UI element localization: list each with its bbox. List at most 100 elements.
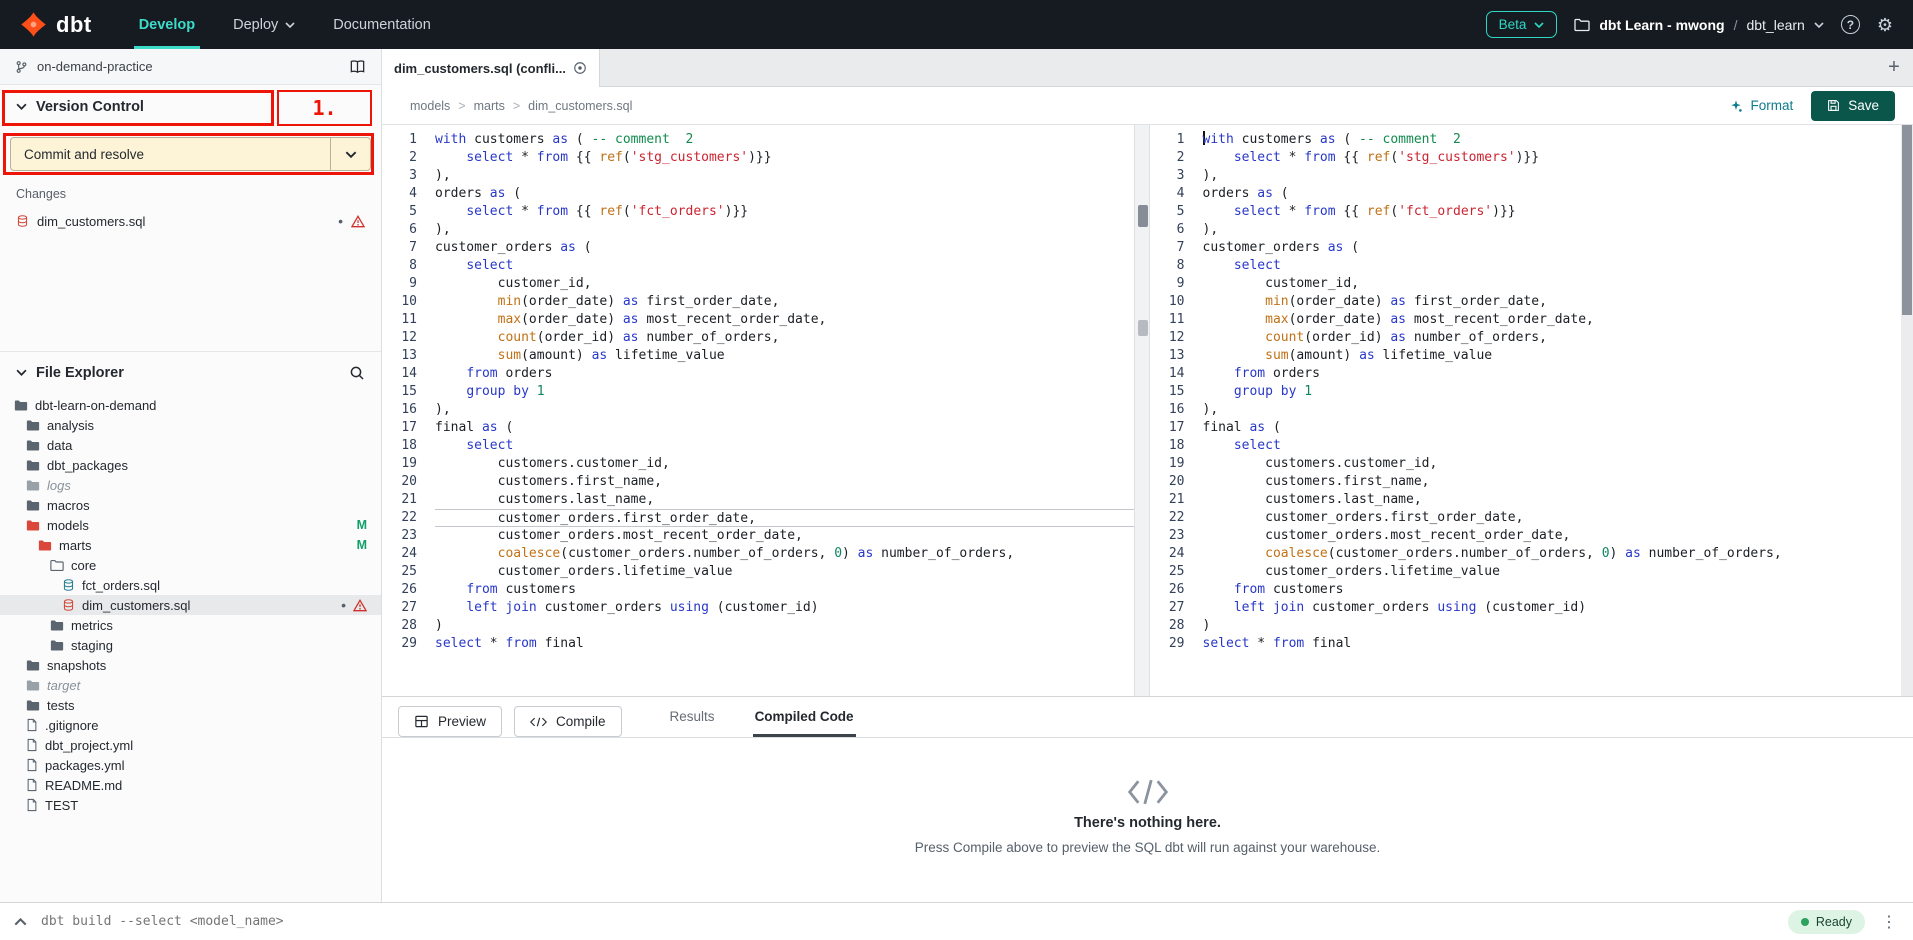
- code-line-6[interactable]: ),: [1203, 221, 1902, 239]
- tree-item-tests[interactable]: tests: [0, 695, 381, 715]
- code-line-16[interactable]: ),: [435, 401, 1134, 419]
- tree-item-.gitignore[interactable]: .gitignore: [0, 715, 381, 735]
- tree-item-staging[interactable]: staging: [0, 635, 381, 655]
- code-line-8[interactable]: select: [1203, 257, 1902, 275]
- code-line-26[interactable]: from customers: [1203, 581, 1902, 599]
- code-line-9[interactable]: customer_id,: [1203, 275, 1902, 293]
- scrollbar-thumb[interactable]: [1902, 125, 1912, 315]
- tree-item-dbt_packages[interactable]: dbt_packages: [0, 455, 381, 475]
- commit-and-resolve-button[interactable]: Commit and resolve: [10, 137, 371, 171]
- code-line-2[interactable]: select * from {{ ref('stg_customers')}}: [1203, 149, 1902, 167]
- code-line-8[interactable]: select: [435, 257, 1134, 275]
- code-line-2[interactable]: select * from {{ ref('stg_customers')}}: [435, 149, 1134, 167]
- code-line-10[interactable]: min(order_date) as first_order_date,: [435, 293, 1134, 311]
- version-control-header[interactable]: Version Control: [0, 85, 381, 128]
- tree-item-TEST[interactable]: TEST: [0, 795, 381, 815]
- dbt-logo[interactable]: dbt: [0, 11, 120, 38]
- code-line-20[interactable]: customers.first_name,: [1203, 473, 1902, 491]
- code-line-3[interactable]: ),: [1203, 167, 1902, 185]
- code-line-29[interactable]: select * from final: [435, 635, 1134, 653]
- code-line-23[interactable]: customer_orders.most_recent_order_date,: [1203, 527, 1902, 545]
- breadcrumb-item-models[interactable]: models: [410, 99, 450, 113]
- code-line-21[interactable]: customers.last_name,: [435, 491, 1134, 509]
- tab-dim-customers[interactable]: dim_customers.sql (confli...: [382, 49, 600, 87]
- gear-icon[interactable]: ⚙: [1877, 16, 1893, 34]
- code-line-6[interactable]: ),: [435, 221, 1134, 239]
- tree-item-marts[interactable]: martsM: [0, 535, 381, 555]
- code-line-5[interactable]: select * from {{ ref('fct_orders')}}: [435, 203, 1134, 221]
- code-line-13[interactable]: sum(amount) as lifetime_value: [1203, 347, 1902, 365]
- code-line-19[interactable]: customers.customer_id,: [1203, 455, 1902, 473]
- code-line-4[interactable]: orders as (: [1203, 185, 1902, 203]
- code-line-1[interactable]: with customers as ( -- comment 2: [435, 131, 1134, 149]
- nav-item-documentation[interactable]: Documentation: [314, 0, 450, 49]
- code-line-5[interactable]: select * from {{ ref('fct_orders')}}: [1203, 203, 1902, 221]
- code-line-3[interactable]: ),: [435, 167, 1134, 185]
- code-right[interactable]: with customers as ( -- comment 2 select …: [1194, 131, 1902, 696]
- code-line-27[interactable]: left join customer_orders using (custome…: [1203, 599, 1902, 617]
- code-line-29[interactable]: select * from final: [1203, 635, 1902, 653]
- code-line-14[interactable]: from orders: [435, 365, 1134, 383]
- code-line-7[interactable]: customer_orders as (: [1203, 239, 1902, 257]
- new-tab-button[interactable]: +: [1875, 49, 1913, 86]
- code-line-28[interactable]: ): [435, 617, 1134, 635]
- tree-item-logs[interactable]: logs: [0, 475, 381, 495]
- tree-item-dbt-learn-on-demand[interactable]: dbt-learn-on-demand: [0, 395, 381, 415]
- code-line-15[interactable]: group by 1: [1203, 383, 1902, 401]
- compile-button[interactable]: Compile: [514, 706, 622, 737]
- code-line-4[interactable]: orders as (: [435, 185, 1134, 203]
- kebab-menu-icon[interactable]: ⋮: [1879, 912, 1899, 932]
- tree-item-data[interactable]: data: [0, 435, 381, 455]
- code-line-23[interactable]: customer_orders.most_recent_order_date,: [435, 527, 1134, 545]
- code-line-18[interactable]: select: [435, 437, 1134, 455]
- editor-pane-right[interactable]: 1234567891011121314151617181920212223242…: [1150, 125, 1902, 696]
- tree-item-dbt_project.yml[interactable]: dbt_project.yml: [0, 735, 381, 755]
- code-line-10[interactable]: min(order_date) as first_order_date,: [1203, 293, 1902, 311]
- changed-file-dim_customers.sql[interactable]: dim_customers.sql•: [0, 209, 381, 233]
- tree-item-models[interactable]: modelsM: [0, 515, 381, 535]
- code-line-25[interactable]: customer_orders.lifetime_value: [1203, 563, 1902, 581]
- code-line-25[interactable]: customer_orders.lifetime_value: [435, 563, 1134, 581]
- file-explorer-header[interactable]: File Explorer: [0, 351, 381, 393]
- tree-item-metrics[interactable]: metrics: [0, 615, 381, 635]
- preview-button[interactable]: Preview: [398, 706, 502, 737]
- tree-item-target[interactable]: target: [0, 675, 381, 695]
- code-line-20[interactable]: customers.first_name,: [435, 473, 1134, 491]
- nav-item-deploy[interactable]: Deploy: [214, 0, 314, 49]
- save-button[interactable]: Save: [1811, 91, 1895, 121]
- results-tab-results[interactable]: Results: [668, 709, 717, 737]
- docs-book-icon[interactable]: [349, 59, 366, 74]
- tree-item-core[interactable]: core: [0, 555, 381, 575]
- tree-item-packages.yml[interactable]: packages.yml: [0, 755, 381, 775]
- chevron-up-icon[interactable]: [14, 918, 27, 926]
- code-line-17[interactable]: final as (: [435, 419, 1134, 437]
- code-line-12[interactable]: count(order_id) as number_of_orders,: [1203, 329, 1902, 347]
- tree-item-analysis[interactable]: analysis: [0, 415, 381, 435]
- tree-item-snapshots[interactable]: snapshots: [0, 655, 381, 675]
- code-line-26[interactable]: from customers: [435, 581, 1134, 599]
- code-line-18[interactable]: select: [1203, 437, 1902, 455]
- code-line-19[interactable]: customers.customer_id,: [435, 455, 1134, 473]
- code-line-7[interactable]: customer_orders as (: [435, 239, 1134, 257]
- code-line-15[interactable]: group by 1: [435, 383, 1134, 401]
- search-icon[interactable]: [349, 365, 365, 381]
- code-line-17[interactable]: final as (: [1203, 419, 1902, 437]
- code-line-11[interactable]: max(order_date) as most_recent_order_dat…: [1203, 311, 1902, 329]
- code-line-24[interactable]: coalesce(customer_orders.number_of_order…: [1203, 545, 1902, 563]
- code-line-1[interactable]: with customers as ( -- comment 2: [1203, 131, 1902, 149]
- code-line-11[interactable]: max(order_date) as most_recent_order_dat…: [435, 311, 1134, 329]
- code-line-22[interactable]: customer_orders.first_order_date,: [435, 509, 1134, 527]
- commit-dropdown-chevron[interactable]: [330, 138, 370, 170]
- tree-item-fct_orders.sql[interactable]: fct_orders.sql: [0, 575, 381, 595]
- code-line-27[interactable]: left join customer_orders using (custome…: [435, 599, 1134, 617]
- code-line-14[interactable]: from orders: [1203, 365, 1902, 383]
- format-button[interactable]: Format: [1729, 98, 1793, 113]
- code-line-22[interactable]: customer_orders.first_order_date,: [1203, 509, 1902, 527]
- code-line-12[interactable]: count(order_id) as number_of_orders,: [435, 329, 1134, 347]
- tree-item-README.md[interactable]: README.md: [0, 775, 381, 795]
- code-line-9[interactable]: customer_id,: [435, 275, 1134, 293]
- tree-item-dim_customers.sql[interactable]: dim_customers.sql•: [0, 595, 381, 615]
- branch-row[interactable]: on-demand-practice: [0, 49, 381, 85]
- code-line-28[interactable]: ): [1203, 617, 1902, 635]
- code-line-13[interactable]: sum(amount) as lifetime_value: [435, 347, 1134, 365]
